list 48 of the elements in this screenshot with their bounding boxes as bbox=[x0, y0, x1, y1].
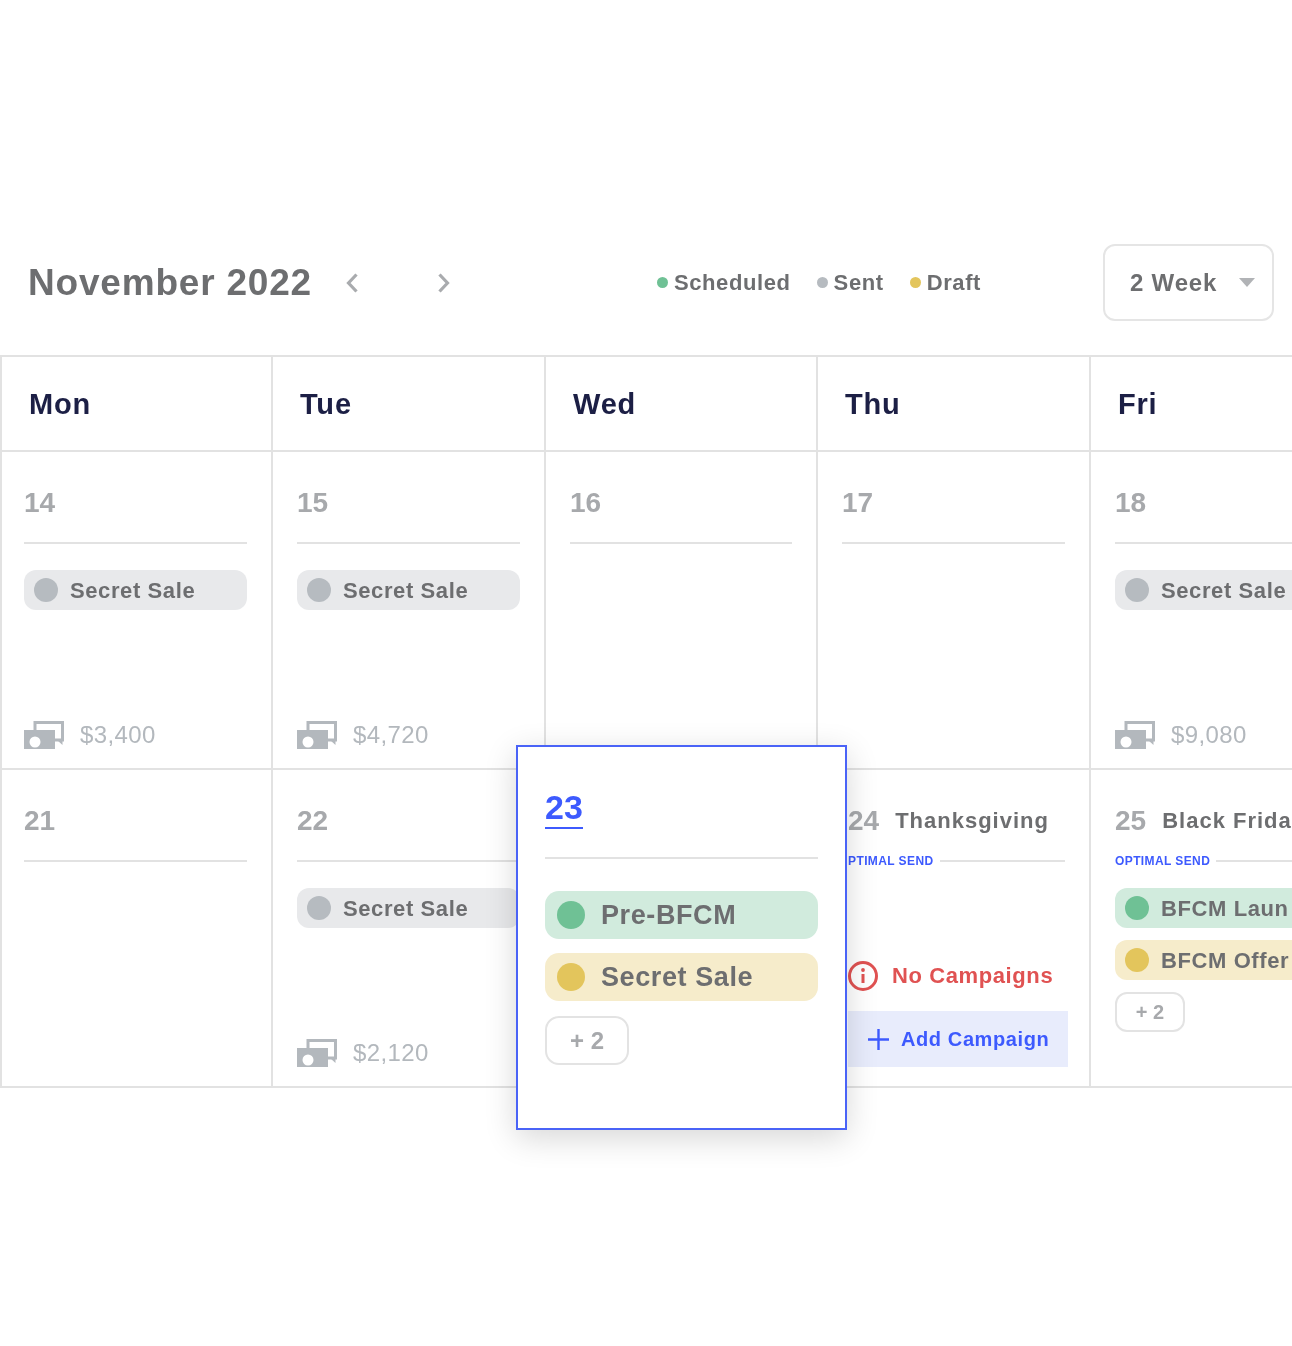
optimal-send-label: OPTIMAL SEND bbox=[1115, 854, 1211, 868]
weekday-label: Fri bbox=[1118, 386, 1158, 421]
date-number: 25 bbox=[1115, 804, 1147, 838]
revenue-amount: $4,720 bbox=[353, 721, 429, 749]
date-number: 15 bbox=[297, 486, 329, 520]
campaign-chip[interactable]: Pre-BFCM bbox=[545, 891, 818, 939]
info-icon bbox=[848, 961, 878, 991]
cash-icon bbox=[297, 1039, 337, 1067]
optimal-send-label: PTIMAL SEND bbox=[848, 854, 934, 868]
date-number: 24 bbox=[848, 804, 880, 838]
weekday-label: Tue bbox=[300, 386, 352, 421]
cash-icon bbox=[24, 721, 64, 749]
chevron-right-icon bbox=[437, 272, 450, 293]
no-campaigns-message: No Campaigns bbox=[892, 962, 1054, 990]
cash-icon bbox=[1115, 721, 1155, 749]
legend-label: Scheduled bbox=[673, 268, 791, 297]
view-select[interactable]: 2 Week bbox=[1103, 244, 1274, 321]
caret-down-icon bbox=[1239, 278, 1255, 287]
date-number: 17 bbox=[842, 486, 874, 520]
legend-label: Draft bbox=[926, 268, 982, 297]
add-campaign-button[interactable]: Add Campaign bbox=[848, 1011, 1068, 1067]
weekday-label: Wed bbox=[573, 386, 637, 421]
holiday-label: Thanksgiving bbox=[895, 807, 1049, 835]
page-title: November 2022 bbox=[28, 261, 312, 304]
more-campaigns-button[interactable]: + 2 bbox=[545, 1016, 629, 1065]
campaign-chip[interactable]: Secret Sale bbox=[545, 953, 818, 1001]
date-number: 21 bbox=[24, 804, 56, 838]
campaign-chip[interactable]: Secret Sale bbox=[24, 570, 247, 610]
campaign-chip[interactable]: Secret Sale bbox=[297, 570, 520, 610]
date-number: 16 bbox=[570, 486, 602, 520]
date-number: 22 bbox=[297, 804, 329, 838]
more-campaigns-button[interactable]: + 2 bbox=[1115, 992, 1185, 1032]
plus-icon bbox=[868, 1028, 889, 1050]
revenue-amount: $3,400 bbox=[80, 721, 156, 749]
date-number: 18 bbox=[1115, 486, 1147, 520]
weekday-label: Mon bbox=[29, 386, 91, 421]
holiday-label: Black Frida bbox=[1162, 807, 1292, 835]
legend-label: Sent bbox=[833, 268, 884, 297]
weekday-label: Thu bbox=[845, 386, 901, 421]
chevron-left-icon bbox=[345, 272, 358, 293]
date-link[interactable]: 23 bbox=[545, 787, 583, 829]
campaign-chip[interactable]: BFCM Offer bbox=[1115, 940, 1292, 980]
campaign-chip[interactable]: Secret Sale bbox=[1115, 570, 1292, 610]
campaign-chip[interactable]: BFCM Laun bbox=[1115, 888, 1292, 928]
revenue-amount: $9,080 bbox=[1171, 721, 1247, 749]
date-number: 14 bbox=[24, 486, 56, 520]
revenue-amount: $2,120 bbox=[353, 1039, 429, 1067]
cash-icon bbox=[297, 721, 337, 749]
